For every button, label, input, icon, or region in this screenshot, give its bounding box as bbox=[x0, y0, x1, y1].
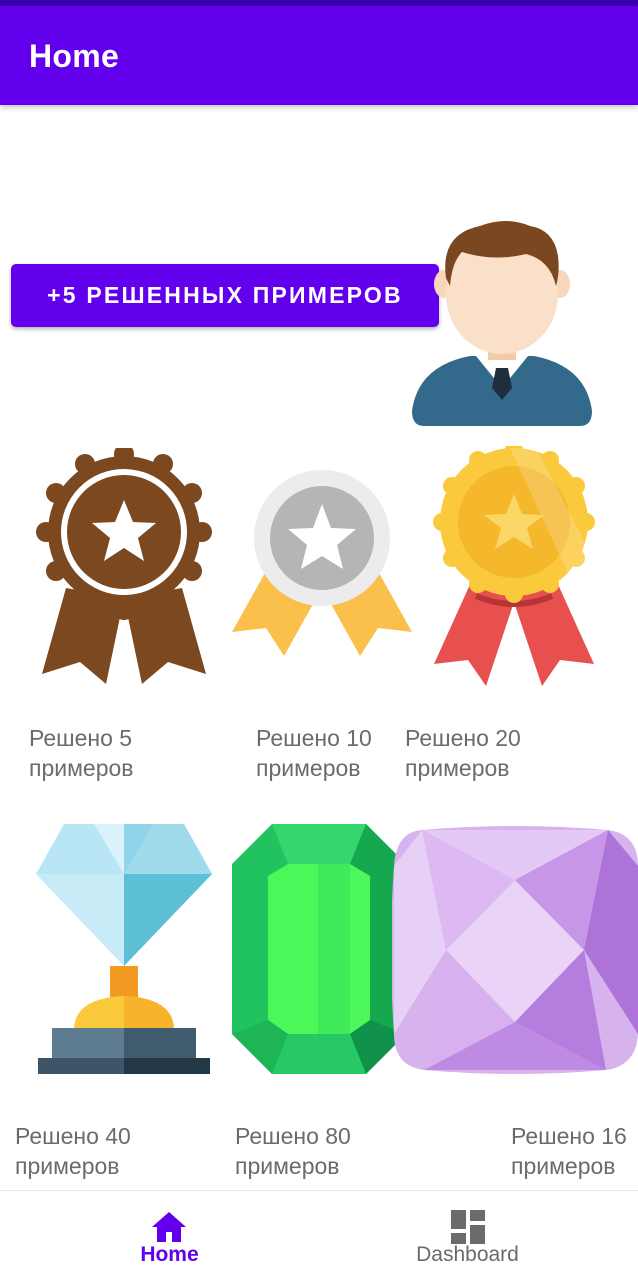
home-icon bbox=[152, 1212, 186, 1242]
gold-medal-icon bbox=[433, 446, 595, 686]
nav-item-home[interactable]: Home bbox=[10, 1191, 329, 1281]
dashboard-icon bbox=[451, 1210, 485, 1244]
emerald-gem-icon bbox=[232, 824, 406, 1074]
app-bar: Home bbox=[0, 6, 638, 105]
silver-medal-icon bbox=[232, 470, 412, 656]
achievement-caption: Решено 5 примеров bbox=[29, 725, 134, 781]
achievement-caption: Решено 80 примеров bbox=[235, 1123, 351, 1179]
achievement-caption: Решено 20 примеров bbox=[405, 725, 521, 781]
nav-item-dashboard[interactable]: Dashboard bbox=[308, 1191, 627, 1281]
diamond-trophy-icon bbox=[36, 824, 212, 1074]
achievement-caption: Решено 10 примеров bbox=[256, 725, 372, 781]
nav-label-dashboard: Dashboard bbox=[416, 1243, 519, 1266]
achievement-caption: Решено 16 примеров bbox=[511, 1123, 627, 1179]
user-avatar-icon bbox=[412, 221, 592, 426]
amethyst-gem-icon bbox=[392, 826, 638, 1074]
bottom-navigation: Home Dashboard bbox=[0, 1190, 638, 1281]
add-solved-examples-button[interactable]: +5 РЕШЕННЫХ ПРИМЕРОВ bbox=[11, 264, 439, 327]
app-bar-title: Home bbox=[29, 38, 120, 74]
bronze-medal-icon bbox=[36, 448, 212, 684]
nav-label-home: Home bbox=[140, 1243, 199, 1266]
achievement-caption: Решено 40 примеров bbox=[15, 1123, 131, 1179]
